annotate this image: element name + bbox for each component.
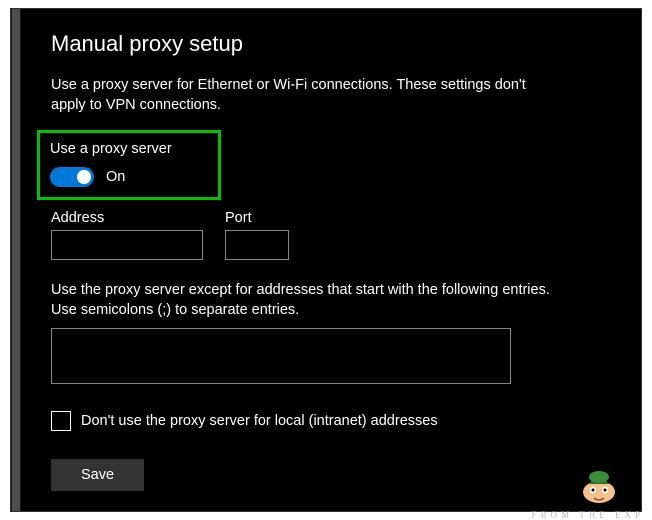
scrollbar-thumb[interactable] xyxy=(12,9,20,511)
exceptions-description: Use the proxy server except for addresse… xyxy=(51,280,561,321)
watermark-text: FROM THE EXP xyxy=(532,510,644,520)
proxy-toggle-label: Use a proxy server xyxy=(50,141,208,157)
settings-window: Manual proxy setup Use a proxy server fo… xyxy=(10,8,642,512)
save-button[interactable]: Save xyxy=(51,459,144,491)
toggle-row: On xyxy=(50,167,208,187)
local-checkbox-row: Don't use the proxy server for local (in… xyxy=(51,411,601,431)
port-label: Port xyxy=(225,210,289,226)
content-area: Manual proxy setup Use a proxy server fo… xyxy=(11,9,641,511)
local-addresses-label: Don't use the proxy server for local (in… xyxy=(81,413,438,429)
address-port-row: Address Port xyxy=(51,210,601,260)
address-input[interactable] xyxy=(51,230,203,260)
proxy-toggle-state: On xyxy=(106,169,125,185)
address-label: Address xyxy=(51,210,203,226)
page-title: Manual proxy setup xyxy=(51,31,601,57)
proxy-description: Use a proxy server for Ethernet or Wi-Fi… xyxy=(51,75,551,116)
local-addresses-checkbox[interactable] xyxy=(51,411,71,431)
scrollbar[interactable] xyxy=(11,9,21,511)
proxy-toggle[interactable] xyxy=(50,167,94,187)
address-group: Address xyxy=(51,210,203,260)
highlight-annotation: Use a proxy server On xyxy=(37,130,221,200)
port-group: Port xyxy=(225,210,289,260)
port-input[interactable] xyxy=(225,230,289,260)
mascot-icon xyxy=(574,462,624,504)
exceptions-input[interactable] xyxy=(51,328,511,384)
toggle-knob xyxy=(77,170,91,184)
